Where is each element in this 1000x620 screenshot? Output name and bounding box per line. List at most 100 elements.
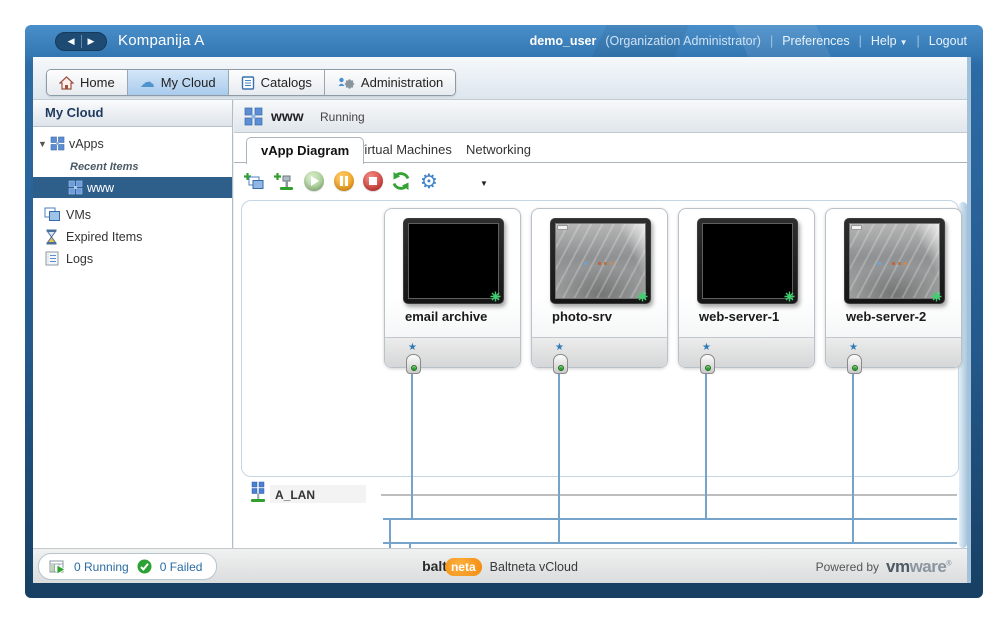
content-shell: Home ☁ My Cloud Catalogs Administration … bbox=[33, 57, 971, 583]
org-title: Kompanija A bbox=[118, 32, 204, 49]
brand-text: Baltneta vCloud bbox=[490, 560, 578, 574]
vm-console-popout-icon bbox=[637, 291, 648, 302]
vm-console-popout-icon bbox=[490, 291, 501, 302]
tab-virtual-machines[interactable]: Virtual Machines bbox=[356, 137, 452, 163]
sidebar-item-vms-label: VMs bbox=[66, 208, 91, 222]
tab-administration[interactable]: Administration bbox=[325, 70, 455, 95]
network-line-a-lan bbox=[381, 494, 957, 496]
entity-name: www bbox=[271, 108, 304, 124]
gear-icon: ⚙ bbox=[420, 171, 438, 193]
recent-items-label: Recent Items bbox=[70, 161, 138, 173]
tab-networking[interactable]: Networking bbox=[466, 137, 531, 163]
refresh-icon bbox=[391, 171, 411, 191]
titlebar: ◀ ▶ Kompanija A demo_user (Organization … bbox=[25, 25, 983, 57]
sidebar-item-logs[interactable]: Logs bbox=[33, 248, 232, 269]
tab-my-cloud-label: My Cloud bbox=[161, 75, 216, 90]
vm-name: web-server-1 bbox=[699, 309, 779, 324]
primary-nic-star-icon: ★ bbox=[702, 342, 711, 353]
sidebar-item-vapps-label: vApps bbox=[69, 137, 104, 151]
start-button[interactable] bbox=[304, 171, 326, 193]
vapp-icon bbox=[68, 180, 83, 195]
sidebar-item-vapps[interactable]: ▼ vApps bbox=[33, 133, 232, 154]
refresh-button[interactable] bbox=[391, 171, 413, 193]
user-strip: demo_user (Organization Administrator) |… bbox=[530, 34, 967, 48]
powered-by-label: Powered by bbox=[816, 560, 879, 574]
tab-vapp-diagram[interactable]: vApp Diagram bbox=[246, 137, 364, 164]
add-vm-button[interactable] bbox=[242, 171, 264, 193]
nic-connector[interactable] bbox=[847, 354, 862, 374]
nic-connector[interactable] bbox=[700, 354, 715, 374]
vm3-connection-line bbox=[705, 369, 707, 520]
main-tabbar: Home ☁ My Cloud Catalogs Administration bbox=[33, 57, 967, 100]
sidebar-item-expired-label: Expired Items bbox=[66, 230, 142, 244]
tab-catalogs[interactable]: Catalogs bbox=[229, 70, 325, 95]
vmware-logo: vmware® bbox=[886, 557, 951, 577]
nic-connected-dot bbox=[411, 365, 417, 371]
vm-card-email-archive[interactable]: email archive ★ bbox=[384, 208, 521, 368]
primary-nic-star-icon: ★ bbox=[555, 342, 564, 353]
back-icon[interactable]: ◀ bbox=[62, 33, 81, 50]
brand-area: baltneta Baltneta vCloud bbox=[422, 549, 578, 584]
vm-console-thumbnail[interactable] bbox=[844, 218, 945, 304]
hourglass-icon bbox=[45, 229, 58, 245]
sidebar-item-logs-label: Logs bbox=[66, 252, 93, 266]
vm-card-photo-srv[interactable]: photo-srv ★ bbox=[531, 208, 668, 368]
history-nav[interactable]: ◀ ▶ bbox=[55, 32, 107, 51]
network-bus-2 bbox=[383, 542, 957, 544]
preferences-link[interactable]: Preferences bbox=[782, 34, 849, 48]
forward-icon[interactable]: ▶ bbox=[82, 33, 101, 50]
vm-console-popout-icon bbox=[931, 291, 942, 302]
sidebar: My Cloud ▼ vApps Recent Items www VMs Ex… bbox=[33, 100, 233, 548]
app-window: ◀ ▶ Kompanija A demo_user (Organization … bbox=[25, 25, 983, 598]
vm-name: email archive bbox=[405, 309, 487, 324]
sidebar-item-www[interactable]: www bbox=[33, 177, 232, 198]
subtab-strip: vApp Diagram Virtual Machines Networking bbox=[234, 133, 967, 163]
add-network-button[interactable] bbox=[272, 171, 294, 193]
sidebar-item-expired[interactable]: Expired Items bbox=[33, 226, 232, 247]
failed-count[interactable]: 0 Failed bbox=[160, 560, 203, 574]
baltneta-logo: baltneta bbox=[422, 558, 482, 576]
powered-by-area: Powered by vmware® bbox=[816, 549, 951, 584]
tab-home[interactable]: Home bbox=[47, 70, 128, 95]
riser-a-wan bbox=[389, 518, 391, 548]
administration-icon bbox=[337, 75, 355, 90]
vm-card-web-server-1[interactable]: web-server-1 ★ bbox=[678, 208, 815, 368]
separator: | bbox=[770, 34, 773, 48]
stop-button[interactable] bbox=[363, 171, 385, 193]
sidebar-header: My Cloud bbox=[33, 100, 232, 127]
vm2-connection-line bbox=[558, 369, 560, 544]
primary-nic-star-icon: ★ bbox=[849, 342, 858, 353]
vm-card-web-server-2[interactable]: web-server-2 ★ bbox=[825, 208, 962, 368]
settings-menu-caret[interactable]: ▼ bbox=[480, 179, 488, 188]
vm-console-thumbnail[interactable] bbox=[550, 218, 651, 304]
running-tasks-icon bbox=[49, 559, 66, 575]
tab-my-cloud[interactable]: ☁ My Cloud bbox=[128, 70, 229, 95]
nic-connector[interactable] bbox=[406, 354, 421, 374]
network-label-a-lan[interactable]: A_LAN bbox=[275, 488, 315, 502]
separator: | bbox=[917, 34, 920, 48]
suspend-button[interactable] bbox=[334, 171, 356, 193]
tasks-status-pill: 0 Running 0 Failed bbox=[38, 553, 217, 580]
nic-connected-dot bbox=[705, 365, 711, 371]
tree-expand-icon[interactable]: ▼ bbox=[38, 139, 47, 149]
network-bus-1 bbox=[383, 518, 957, 520]
sidebar-recent-items: Recent Items bbox=[33, 156, 232, 177]
vm1-connection-line bbox=[411, 369, 413, 520]
status-badge: Running bbox=[320, 110, 365, 124]
logout-link[interactable]: Logout bbox=[929, 34, 967, 48]
status-bar: 0 Running 0 Failed baltneta Baltneta vCl… bbox=[33, 548, 967, 583]
help-menu[interactable]: Help▼ bbox=[871, 34, 908, 48]
running-count[interactable]: 0 Running bbox=[74, 560, 129, 574]
primary-nic-star-icon: ★ bbox=[408, 342, 417, 353]
settings-button[interactable]: ⚙ bbox=[420, 171, 442, 193]
nic-connector[interactable] bbox=[553, 354, 568, 374]
vm-console-thumbnail[interactable] bbox=[403, 218, 504, 304]
vm-console-thumbnail[interactable] bbox=[697, 218, 798, 304]
pause-icon bbox=[334, 171, 354, 191]
vapp-icon bbox=[244, 107, 263, 126]
play-icon bbox=[304, 171, 324, 191]
diagram-toolbar: ⚙ ▼ bbox=[234, 163, 967, 200]
vm4-connection-line bbox=[852, 369, 854, 544]
sidebar-item-vms[interactable]: VMs bbox=[33, 204, 232, 225]
main-pane: www Running vApp Diagram Virtual Machine… bbox=[234, 100, 967, 548]
